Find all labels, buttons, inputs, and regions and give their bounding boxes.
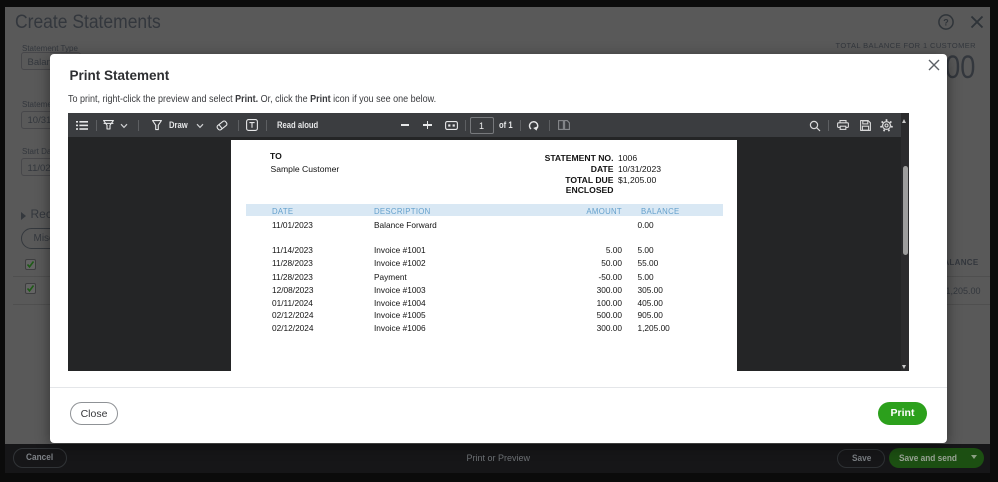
svg-text:?: ? <box>943 17 949 27</box>
